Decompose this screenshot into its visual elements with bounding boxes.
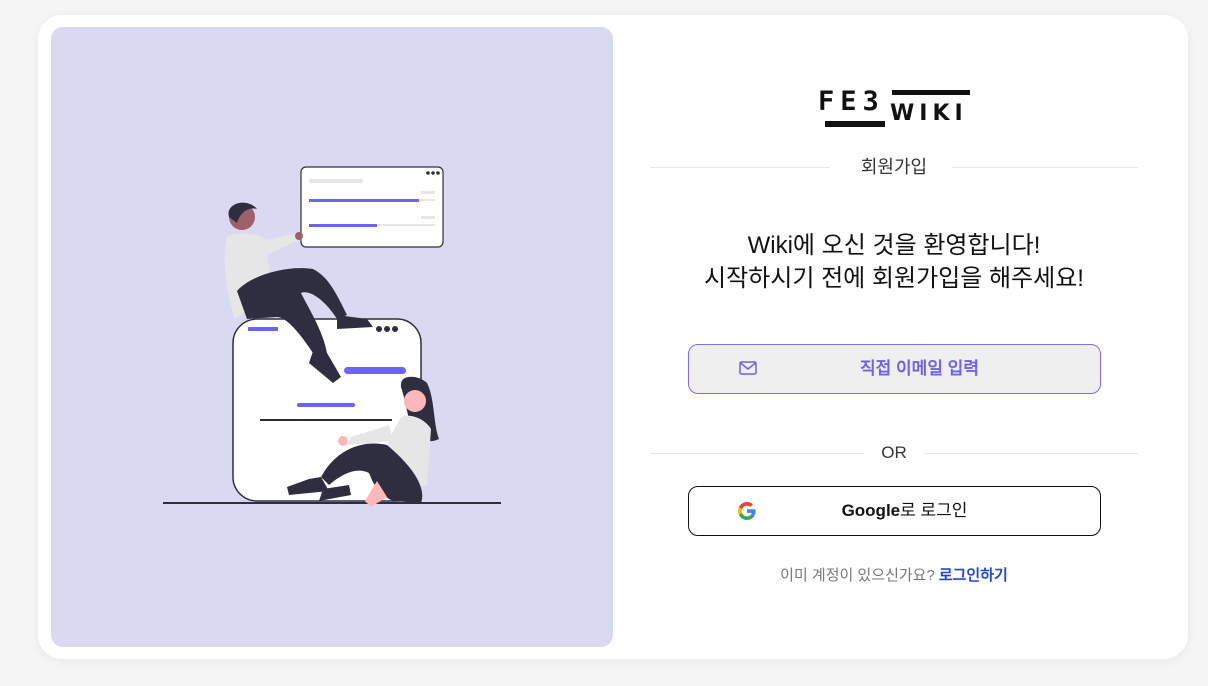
- google-login-label: Google로 로그인: [689, 487, 1100, 535]
- email-signup-label: 직접 이메일 입력: [860, 359, 979, 378]
- divider-line: [924, 453, 1138, 454]
- google-brand-text: Google: [841, 501, 901, 520]
- welcome-line-1: Wiki에 오신 것을 환영합니다!: [747, 232, 1041, 259]
- login-link[interactable]: 로그인하기: [939, 567, 1008, 584]
- login-prompt-text: 이미 계정이 있으신가요?: [780, 567, 935, 584]
- google-login-suffix: 로 로그인: [900, 501, 968, 520]
- welcome-message: Wiki에 오신 것을 환영합니다! 시작하시기 전에 회원가입을 해주세요!: [650, 229, 1138, 295]
- fe3-wiki-logo: FE3 WIKI: [818, 87, 972, 131]
- illustration-panel: [51, 27, 613, 647]
- divider-line: [952, 167, 1138, 168]
- welcome-line-2: 시작하시기 전에 회원가입을 해주세요!: [704, 265, 1084, 292]
- signup-card: FE3 WIKI 회원가입 Wiki에 오신 것을 환영합니다! 시작하시기 전…: [38, 15, 1188, 659]
- logo-bar: [892, 90, 970, 95]
- login-prompt: 이미 계정이 있으신가요? 로그인하기: [650, 564, 1138, 585]
- signup-form-panel: FE3 WIKI 회원가입 Wiki에 오신 것을 환영합니다! 시작하시기 전…: [650, 15, 1138, 659]
- or-divider: OR: [650, 443, 1138, 463]
- google-login-button[interactable]: Google로 로그인: [688, 486, 1101, 536]
- logo-wiki-text: WIKI: [890, 101, 968, 126]
- signup-divider: 회원가입: [650, 157, 1138, 177]
- email-signup-button[interactable]: 직접 이메일 입력: [688, 344, 1101, 394]
- logo-fe3-text: FE3: [818, 86, 885, 117]
- logo-bar: [825, 121, 885, 127]
- people-working-illustration: [163, 166, 501, 507]
